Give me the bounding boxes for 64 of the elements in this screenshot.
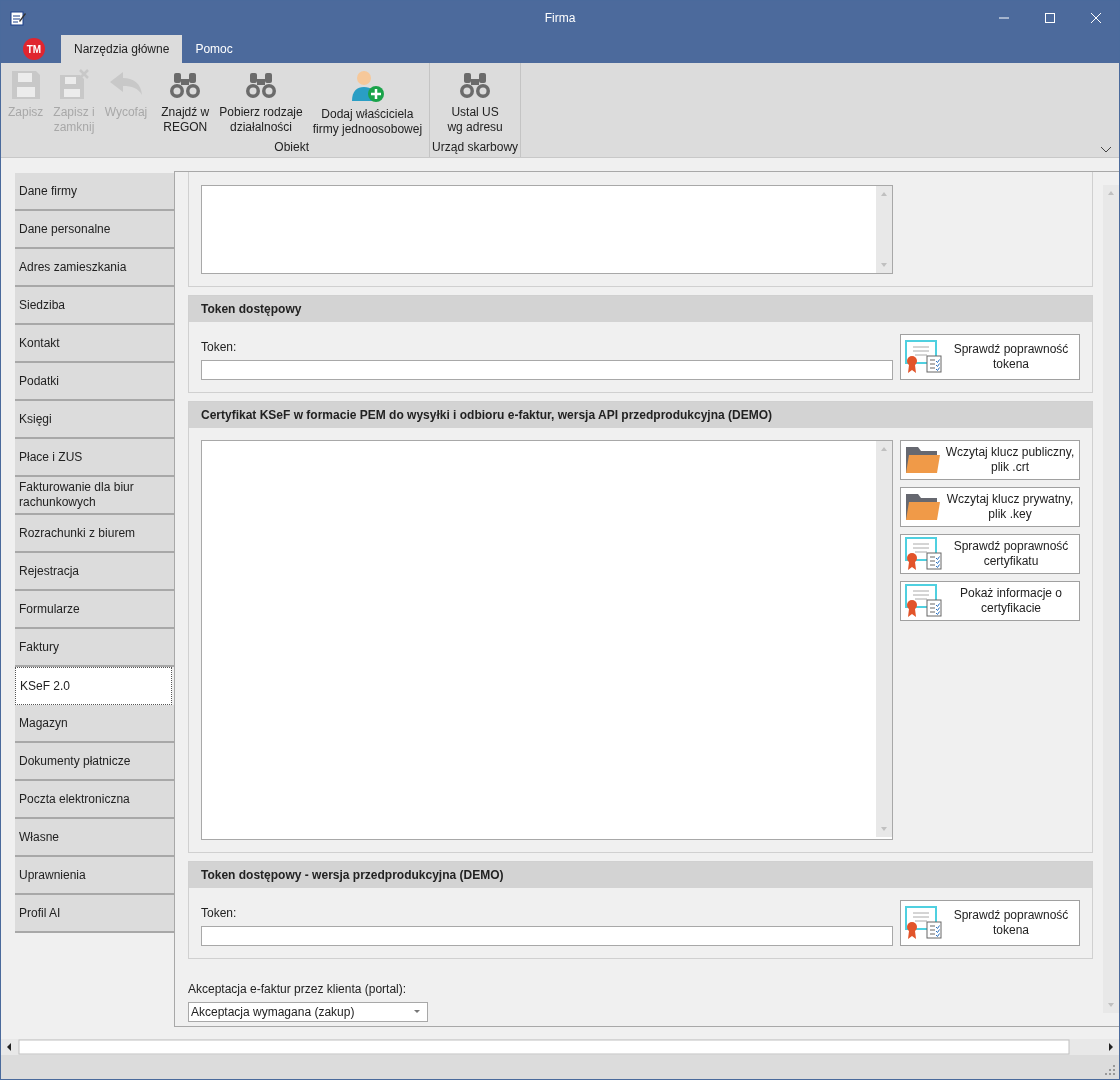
dropdown[interactable]: Akceptacja wymagana (zakup) bbox=[188, 1002, 428, 1022]
ribbon-button[interactable]: Ustal US wg adresu bbox=[442, 63, 508, 139]
app-logo[interactable]: TM bbox=[23, 38, 45, 60]
sidebar-tab[interactable]: Rejestracja bbox=[15, 553, 174, 591]
sidebar-tab[interactable]: Dane personalne bbox=[15, 211, 174, 249]
ribbon-tab[interactable]: Pomoc bbox=[182, 35, 246, 63]
horizontal-scrollbar[interactable] bbox=[1, 1039, 1119, 1055]
person-add-icon bbox=[349, 69, 386, 103]
app-icon bbox=[10, 10, 26, 26]
section-header: Token dostępowy bbox=[189, 296, 1092, 322]
ribbon-button[interactable]: Znajdź w REGON bbox=[156, 63, 215, 139]
close-icon bbox=[1091, 13, 1101, 23]
sidebar-tab[interactable]: Księgi bbox=[15, 401, 174, 439]
sidebar-tab[interactable]: Formularze bbox=[15, 591, 174, 629]
token-field[interactable] bbox=[201, 926, 893, 946]
scrollbar[interactable] bbox=[876, 441, 892, 837]
section-header: Certyfikat KSeF w formacie PEM do wysyłki i odbioru e-faktur, wersja API przedprodukcyjna (DEMO) bbox=[189, 402, 1092, 428]
ribbon-tab[interactable]: Narzędzia główne bbox=[61, 35, 183, 63]
group-caption: Urząd skarbowy bbox=[432, 139, 519, 156]
floppy-close-icon bbox=[58, 69, 90, 101]
window-title: Firma bbox=[543, 11, 577, 25]
sidebar-tab[interactable]: Poczta elektroniczna bbox=[15, 781, 174, 819]
collapse-ribbon-icon[interactable] bbox=[1101, 147, 1111, 153]
sidebar-tab[interactable]: Adres zamieszkania bbox=[15, 249, 174, 287]
scrollbar[interactable] bbox=[1103, 185, 1119, 1013]
sidebar-tab[interactable]: KSeF 2.0 bbox=[15, 667, 172, 705]
certificate-icon bbox=[905, 340, 943, 374]
ribbon-button[interactable]: Dodaj właściciela firmy jednoosobowej bbox=[307, 63, 428, 139]
certificate-icon bbox=[905, 537, 943, 571]
sidebar-tab[interactable]: Dane firmy bbox=[15, 173, 174, 211]
sidebar-tab[interactable]: Płace i ZUS bbox=[15, 439, 174, 477]
sidebar-tab[interactable]: Własne bbox=[15, 819, 174, 857]
token-field[interactable] bbox=[201, 360, 893, 380]
sidebar-tab[interactable]: Uprawnienia bbox=[15, 857, 174, 895]
sidebar-tab[interactable]: Rozrachunki z biurem bbox=[15, 515, 174, 553]
action-button[interactable]: Sprawdź poprawność certyfikatu bbox=[900, 534, 1080, 574]
sidebar-tab[interactable]: Dokumenty płatnicze bbox=[15, 743, 174, 781]
sidebar-tab[interactable]: Fakturowanie dla biur rachunkowych bbox=[15, 477, 174, 515]
sidebar-tab[interactable]: Faktury bbox=[15, 629, 174, 667]
text-area[interactable] bbox=[201, 185, 893, 274]
sidebar-tab[interactable]: Podatki bbox=[15, 363, 174, 401]
sidebar-tab[interactable]: Kontakt bbox=[15, 325, 174, 363]
action-button[interactable]: Pokaż informacje o certyfikacie bbox=[900, 581, 1080, 621]
sidebar-tab[interactable]: Profil AI bbox=[15, 895, 174, 933]
field-label: Token: bbox=[201, 906, 238, 920]
action-button[interactable]: Wczytaj klucz publiczny, plik .crt bbox=[900, 440, 1080, 480]
ribbon-button[interactable]: Pobierz rodzaje działalności bbox=[214, 63, 308, 139]
certificate-icon bbox=[905, 584, 943, 618]
field-label: Akceptacja e-faktur przez klienta (portal): bbox=[188, 982, 408, 996]
section-header: Token dostępowy - wersja przedprodukcyjna (DEMO) bbox=[189, 862, 1092, 888]
field-label: Token: bbox=[201, 340, 238, 354]
folder-icon bbox=[905, 492, 941, 522]
resize-grip-icon[interactable] bbox=[1104, 1064, 1116, 1076]
folder-icon bbox=[905, 445, 941, 475]
certificate-icon bbox=[905, 906, 943, 940]
sidebar-tab[interactable]: Magazyn bbox=[15, 705, 174, 743]
text-area[interactable] bbox=[201, 440, 893, 840]
maximize-icon bbox=[1045, 13, 1055, 23]
sidebar-tab[interactable]: Siedziba bbox=[15, 287, 174, 325]
group-caption: Obiekt bbox=[274, 139, 309, 156]
action-button[interactable]: Sprawdź poprawność tokena bbox=[900, 900, 1080, 946]
action-button[interactable]: Sprawdź poprawność tokena bbox=[900, 334, 1080, 380]
scrollbar[interactable] bbox=[876, 186, 892, 273]
action-button[interactable]: Wczytaj klucz prywatny, plik .key bbox=[900, 487, 1080, 527]
